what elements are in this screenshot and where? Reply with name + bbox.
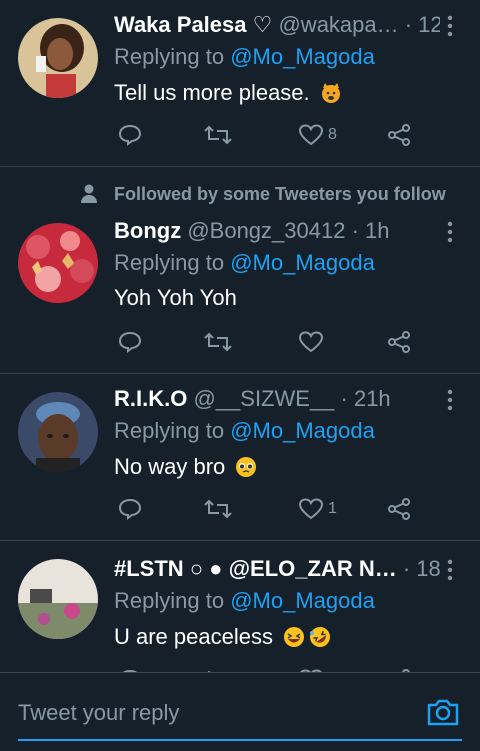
rolling-laughing-emoji <box>309 626 331 648</box>
replying-to: Replying to @Mo_Magoda <box>114 588 375 613</box>
like-button[interactable] <box>298 327 328 357</box>
tweet-text: Tell us more please. <box>114 80 342 106</box>
share-icon <box>388 124 410 146</box>
more-icon[interactable] <box>440 386 460 414</box>
replying-to: Replying to @Mo_Magoda <box>114 418 375 443</box>
heart-icon <box>298 124 324 146</box>
handle-time: · 18h <box>402 556 440 581</box>
tweet-header: #LSTN ○ ● @ELO_ZAR N… · 18h <box>114 556 440 584</box>
replying-to: Replying to @Mo_Magoda <box>114 250 375 275</box>
tweet-actions <box>114 665 434 672</box>
avatar[interactable] <box>18 18 98 98</box>
tweet[interactable]: Waka Palesa ♡ @wakapa… · 12h Replying to… <box>0 0 480 167</box>
share-icon <box>388 498 410 520</box>
share-button[interactable] <box>386 494 412 524</box>
avatar[interactable] <box>18 559 98 639</box>
camera-icon[interactable] <box>426 697 460 727</box>
like-button[interactable] <box>298 665 328 672</box>
share-button[interactable] <box>386 665 412 672</box>
more-icon[interactable] <box>440 12 460 40</box>
heart-icon <box>298 331 324 353</box>
tweet-header: Waka Palesa ♡ @wakapa… · 12h <box>114 12 440 40</box>
avatar[interactable] <box>18 392 98 472</box>
display-name[interactable]: R.I.K.O <box>114 386 187 411</box>
social-context: Followed by some Tweeters you follow <box>78 180 446 208</box>
reply-button[interactable] <box>118 665 142 672</box>
like-count: 8 <box>328 126 337 143</box>
handle-time: @wakapa… · 12h <box>278 12 440 37</box>
tweet-header: R.I.K.O @__SIZWE__ · 21h <box>114 386 440 414</box>
handle-time: @__SIZWE__ · 21h <box>193 386 391 411</box>
tweet-text: No way bro <box>114 454 257 480</box>
reply-input[interactable] <box>18 695 398 731</box>
tweet[interactable]: Followed by some Tweeters you follow Bon… <box>0 167 480 374</box>
heart-icon <box>298 498 324 520</box>
mention-link[interactable]: @Mo_Magoda <box>230 418 375 443</box>
pleading-face-emoji <box>235 456 257 478</box>
grinning-squinting-emoji <box>283 626 305 648</box>
input-underline <box>18 739 462 741</box>
replying-to: Replying to @Mo_Magoda <box>114 44 375 69</box>
tweet-header: Bongz @Bongz_30412 · 1h <box>114 218 440 246</box>
retweet-button[interactable] <box>204 327 232 357</box>
display-name[interactable]: #LSTN ○ ● @ELO_ZAR N… <box>114 556 397 581</box>
retweet-button[interactable] <box>204 494 232 524</box>
reply-button[interactable] <box>118 494 142 524</box>
tweet[interactable]: #LSTN ○ ● @ELO_ZAR N… · 18h Replying to … <box>0 541 480 672</box>
mention-link[interactable]: @Mo_Magoda <box>230 588 375 613</box>
reply-icon <box>118 498 142 520</box>
retweet-button[interactable] <box>204 665 232 672</box>
reply-button[interactable] <box>118 120 142 150</box>
share-icon <box>388 331 410 353</box>
like-button[interactable]: 1 <box>298 494 337 524</box>
more-icon[interactable] <box>440 218 460 246</box>
tweet-actions: 1 <box>114 494 434 524</box>
avatar[interactable] <box>18 223 98 303</box>
tweet-actions <box>114 327 434 357</box>
tweet-text: Yoh Yoh Yoh <box>114 285 237 310</box>
retweet-icon <box>204 499 232 519</box>
retweet-icon <box>204 125 232 145</box>
retweet-icon <box>204 332 232 352</box>
retweet-button[interactable] <box>204 120 232 150</box>
tweet[interactable]: R.I.K.O @__SIZWE__ · 21h Replying to @Mo… <box>0 374 480 541</box>
display-name[interactable]: Waka Palesa ♡ <box>114 12 272 37</box>
like-button[interactable]: 8 <box>298 120 337 150</box>
weary-cat-emoji <box>320 82 342 104</box>
tweet-text: U are peaceless <box>114 624 331 650</box>
like-count: 1 <box>328 500 337 517</box>
reply-button[interactable] <box>118 327 142 357</box>
share-button[interactable] <box>386 120 412 150</box>
mention-link[interactable]: @Mo_Magoda <box>230 250 375 275</box>
mention-link[interactable]: @Mo_Magoda <box>230 44 375 69</box>
person-icon <box>81 184 97 203</box>
share-button[interactable] <box>386 327 412 357</box>
reply-icon <box>118 331 142 353</box>
more-icon[interactable] <box>440 556 460 584</box>
reply-icon <box>118 124 142 146</box>
display-name[interactable]: Bongz <box>114 218 181 243</box>
handle-time: @Bongz_30412 · 1h <box>187 218 390 243</box>
tweet-actions: 8 <box>114 120 434 150</box>
reply-composer <box>0 672 480 751</box>
